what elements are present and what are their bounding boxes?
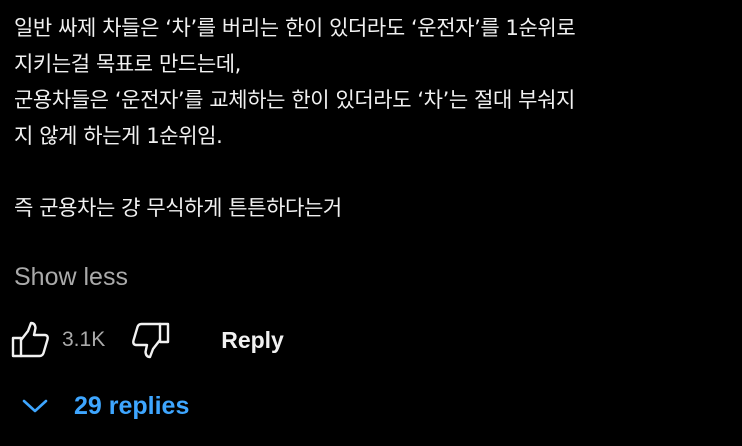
thumbs-down-icon xyxy=(132,322,170,359)
comment-line: 일반 싸제 차들은 ‘차’를 버리는 한이 있더라도 ‘운전자’를 1순위로 xyxy=(14,16,576,40)
comment-line: 지키는걸 목표로 만드는데, xyxy=(14,52,241,76)
dislike-button[interactable] xyxy=(131,320,171,360)
comment-actions: 3.1K Reply xyxy=(10,318,284,362)
reply-button[interactable]: Reply xyxy=(221,327,284,354)
comment-blank-line xyxy=(14,154,734,190)
comment-line: 지 않게 하는게 1순위임. xyxy=(14,124,223,148)
comment: 일반 싸제 차들은 ‘차’를 버리는 한이 있더라도 ‘운전자’를 1순위로 지… xyxy=(14,10,734,226)
comment-line: 즉 군용차는 걍 무식하게 튼튼하다는거 xyxy=(14,196,342,220)
like-button[interactable] xyxy=(10,320,50,360)
comment-text: 일반 싸제 차들은 ‘차’를 버리는 한이 있더라도 ‘운전자’를 1순위로 지… xyxy=(14,10,734,226)
thumbs-up-icon xyxy=(11,321,49,358)
like-count: 3.1K xyxy=(62,328,106,351)
show-less-button[interactable]: Show less xyxy=(14,260,128,294)
chevron-down-icon xyxy=(22,399,48,413)
comment-line: 군용차들은 ‘운전자’를 교체하는 한이 있더라도 ‘차’는 절대 부숴지 xyxy=(14,88,575,112)
view-replies-button[interactable]: 29 replies xyxy=(20,386,189,426)
replies-count-label: 29 replies xyxy=(74,391,190,420)
